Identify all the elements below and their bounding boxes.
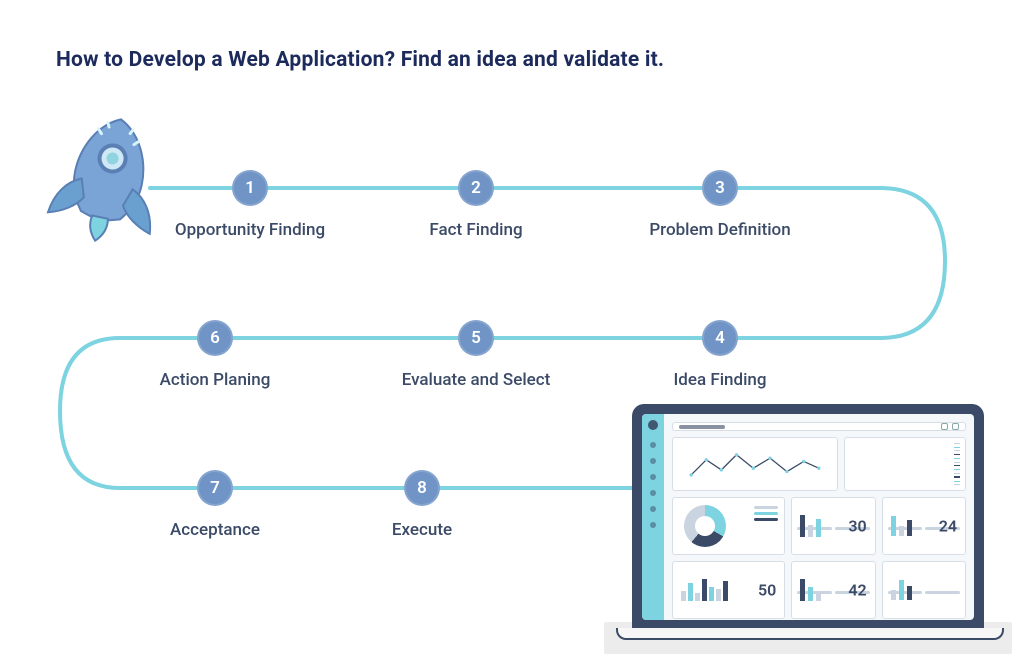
step-4: 4 Idea Finding (620, 320, 820, 390)
step-6: 6 Action Planing (115, 320, 315, 390)
step-badge: 1 (232, 170, 268, 206)
stat-card-3: 50 (672, 561, 785, 619)
step-2: 2 Fact Finding (376, 170, 576, 240)
step-label: Evaluate and Select (376, 370, 576, 390)
step-badge: 4 (702, 320, 738, 356)
line-chart-card (672, 437, 838, 491)
step-7: 7 Acceptance (115, 470, 315, 540)
stat-card-2: 24 (882, 497, 966, 555)
step-5: 5 Evaluate and Select (376, 320, 576, 390)
stat-value: 30 (848, 517, 866, 536)
step-badge: 8 (404, 470, 440, 506)
step-label: Execute (322, 520, 522, 540)
donut-chart-card (672, 497, 785, 555)
stat-value: 50 (758, 581, 776, 600)
stat-value: 24 (939, 517, 957, 536)
laptop-illustration: 30 24 (628, 394, 988, 654)
stat-card-1: 30 (791, 497, 875, 555)
stat-card-5 (882, 561, 966, 619)
stat-card-4: 42 (791, 561, 875, 619)
dashboard-sidebar (642, 414, 664, 620)
bar-chart-card (844, 437, 966, 491)
step-badge: 7 (197, 470, 233, 506)
step-badge: 6 (197, 320, 233, 356)
step-label: Fact Finding (376, 220, 576, 240)
step-8: 8 Execute (322, 470, 522, 540)
step-badge: 2 (458, 170, 494, 206)
step-label: Idea Finding (620, 370, 820, 390)
step-1: 1 Opportunity Finding (150, 170, 350, 240)
step-3: 3 Problem Definition (620, 170, 820, 240)
step-label: Problem Definition (620, 220, 820, 240)
step-label: Action Planing (115, 370, 315, 390)
step-label: Acceptance (115, 520, 315, 540)
stat-value: 42 (848, 581, 866, 600)
dashboard-header (672, 422, 966, 431)
step-badge: 3 (702, 170, 738, 206)
step-label: Opportunity Finding (150, 220, 350, 240)
step-badge: 5 (458, 320, 494, 356)
